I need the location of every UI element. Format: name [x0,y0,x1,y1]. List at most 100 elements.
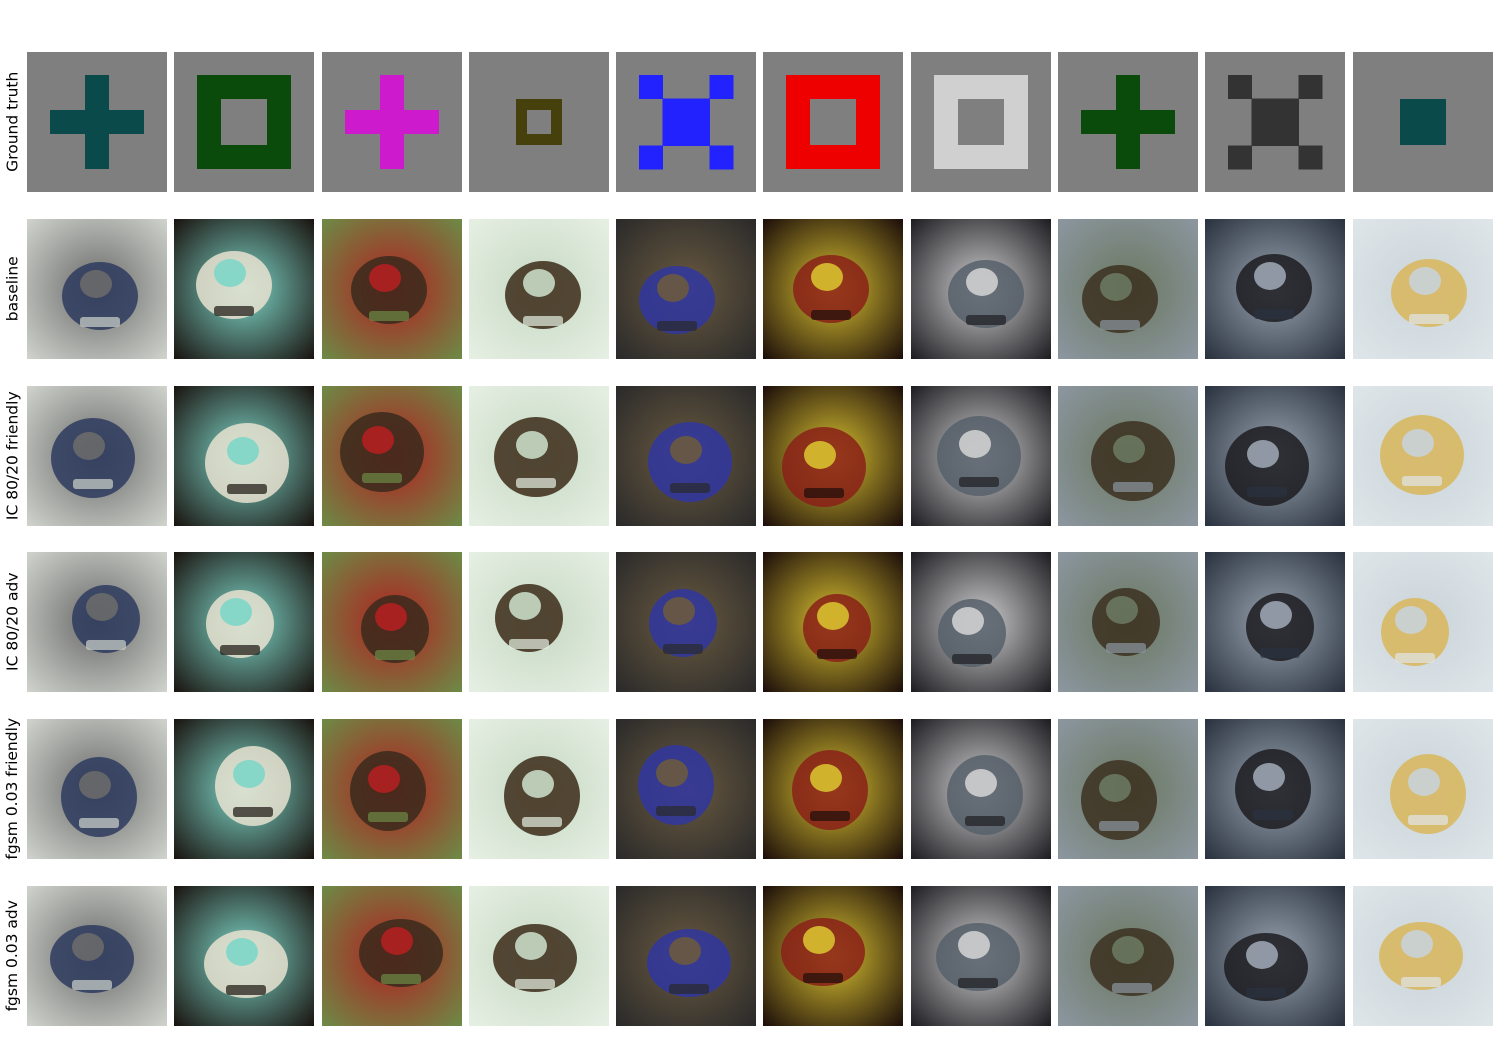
photo-image [763,219,903,359]
photo-detail [656,806,696,816]
generated-image-cell [616,219,756,359]
photo-detail [959,477,999,487]
photo-highlight [657,274,689,302]
photo-image [322,886,462,1026]
photo-highlight [817,602,849,630]
photo-detail [1112,983,1152,993]
photo-detail [804,488,844,498]
generated-image-cell [1205,552,1345,692]
photo-highlight [73,432,105,460]
generated-image-cell [1205,719,1345,859]
photo-image [763,552,903,692]
photo-highlight [656,759,688,787]
photo-highlight [663,597,695,625]
photo-highlight [1395,606,1427,634]
generated-image-cell [27,886,167,1026]
photo-highlight [959,430,991,458]
photo-detail [1401,977,1441,987]
generated-image-cell [174,886,314,1026]
generated-image-cell [616,719,756,859]
photo-image [1058,219,1198,359]
photo-image [1058,886,1198,1026]
generated-image-cell [763,386,903,526]
row-label: baseline [0,219,26,359]
generated-image-cell [1353,552,1493,692]
photo-highlight [803,926,835,954]
ground-truth-cell [1058,52,1198,192]
photo-detail [227,484,267,494]
generated-image-cell [911,386,1051,526]
photo-highlight [965,769,997,797]
generated-image-cell [174,219,314,359]
generated-image-cell [322,719,462,859]
row-label-text: IC 80/20 adv [3,572,22,672]
photo-image [322,386,462,526]
row-label-text: fgsm 0.03 adv [3,900,22,1012]
generated-image-cell [616,886,756,1026]
photo-highlight [86,593,118,621]
generated-image-cell [1205,886,1345,1026]
ground-truth-cell [469,52,609,192]
ground-truth-cell [763,52,903,192]
generated-image-cell [469,386,609,526]
photo-highlight [1401,930,1433,958]
generated-image-cell [27,219,167,359]
generated-image-cell [469,886,609,1026]
generated-image-cell [1058,552,1198,692]
photo-highlight [669,937,701,965]
photo-detail [233,807,273,817]
photo-highlight [811,263,843,291]
row-label: IC 80/20 adv [0,552,26,692]
generated-image-cell [27,552,167,692]
photo-image [469,886,609,1026]
generated-image-cell [174,386,314,526]
photo-detail [670,483,710,493]
generated-image-cell [322,219,462,359]
photo-highlight [1247,440,1279,468]
photo-highlight [368,765,400,793]
ground-truth-cell [174,52,314,192]
row-label-text: Ground truth [3,71,22,173]
shape-image [27,52,167,192]
photo-image [616,552,756,692]
photo-highlight [1100,273,1132,301]
photo-image [616,886,756,1026]
photo-image [1205,886,1345,1026]
photo-detail [220,645,260,655]
square-filled-shape [1400,99,1446,145]
ground-truth-cell [1353,52,1493,192]
photo-detail [72,980,112,990]
generated-image-cell [763,552,903,692]
photo-highlight [1099,774,1131,802]
photo-image [469,552,609,692]
photo-highlight [804,441,836,469]
photo-image [1353,386,1493,526]
photo-highlight [1246,941,1278,969]
photo-image [911,552,1051,692]
photo-highlight [1260,601,1292,629]
photo-detail [663,644,703,654]
photo-detail [226,985,266,995]
cell-background [763,52,903,192]
photo-detail [811,310,851,320]
photo-detail [73,479,113,489]
photo-highlight [369,264,401,292]
generated-image-cell [1058,386,1198,526]
photo-image [174,386,314,526]
photo-highlight [233,760,265,788]
shape-image [322,52,462,192]
photo-highlight [72,933,104,961]
photo-image [1353,719,1493,859]
generated-image-cell [1353,886,1493,1026]
photo-image [911,219,1051,359]
generated-image-cell [174,719,314,859]
row-label-text: fgsm 0.03 friendly [3,718,22,860]
photo-detail [362,473,402,483]
generated-image-cell [469,219,609,359]
photo-highlight [1253,763,1285,791]
photo-highlight [515,932,547,960]
photo-image [911,886,1051,1026]
photo-image [911,719,1051,859]
generated-image-cell [911,219,1051,359]
shape-image [1058,52,1198,192]
